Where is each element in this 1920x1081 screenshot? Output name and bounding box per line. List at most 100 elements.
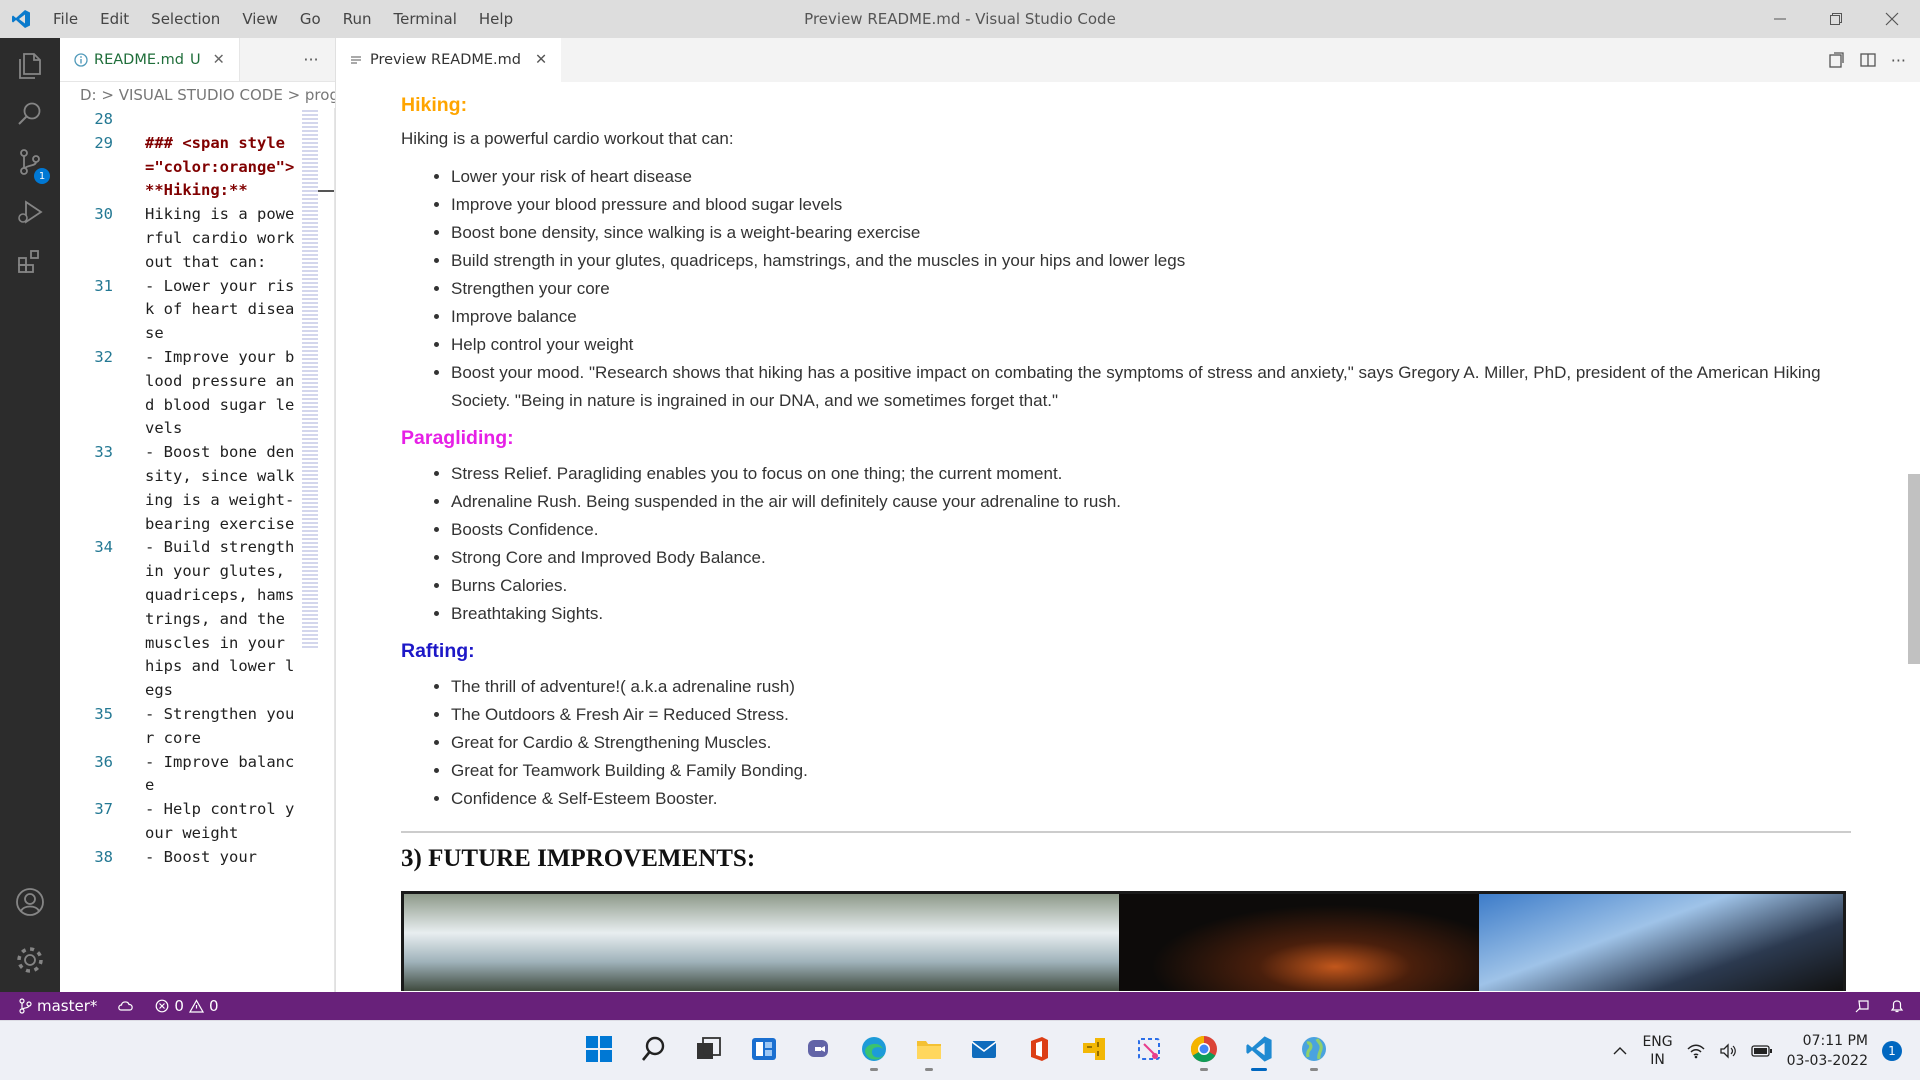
branch-indicator[interactable]: master*	[0, 992, 107, 1020]
minimize-button[interactable]	[1752, 0, 1808, 38]
branch-name: master*	[37, 997, 98, 1015]
code-line[interactable]: 28	[60, 108, 300, 132]
search-icon	[18, 102, 41, 125]
menu-help[interactable]: Help	[468, 0, 524, 38]
run-debug-button[interactable]	[0, 184, 60, 240]
chrome-button[interactable]	[1185, 1029, 1223, 1071]
teams-chat-button[interactable]	[800, 1029, 838, 1069]
status-bar: master* 0 0	[0, 992, 1920, 1020]
snipping-tool-button[interactable]	[1130, 1029, 1168, 1069]
menu-go[interactable]: Go	[289, 0, 332, 38]
edge-button[interactable]	[855, 1029, 893, 1071]
office-button[interactable]	[1020, 1029, 1058, 1069]
close-window-button[interactable]	[1864, 0, 1920, 38]
editor-tabs: README.md U ✕ ···	[60, 38, 335, 82]
clock[interactable]: 07:11 PM 03-03-2022	[1787, 1031, 1868, 1071]
open-source-icon[interactable]	[1827, 51, 1845, 69]
wifi-icon[interactable]	[1687, 1043, 1705, 1059]
account-icon	[16, 888, 44, 916]
list-item: Great for Teamwork Building & Family Bon…	[451, 757, 1851, 785]
code-line[interactable]: 32 - Improve your blood pressure and bloo…	[60, 346, 300, 441]
tab-preview-readme[interactable]: Preview README.md ✕	[336, 38, 562, 82]
code-line[interactable]: 29 ### <span style="color:orange">**Hikin…	[60, 132, 300, 203]
chrome-icon	[1190, 1035, 1217, 1063]
language-indicator[interactable]: ENG IN	[1642, 1033, 1672, 1069]
code-line[interactable]: 31 - Lower your risk of heart disease	[60, 275, 300, 346]
gear-icon	[17, 947, 43, 973]
hiking-heading: Hiking:	[401, 94, 468, 116]
menu-bar: File Edit Selection View Go Run Terminal…	[42, 0, 524, 38]
sync-button[interactable]	[107, 992, 145, 1020]
notification-badge[interactable]: 1	[1882, 1041, 1902, 1061]
volume-icon[interactable]	[1719, 1043, 1737, 1059]
menu-terminal[interactable]: Terminal	[383, 0, 468, 38]
vscode-logo-icon	[0, 0, 42, 38]
preview-scrollbar[interactable]	[1908, 474, 1920, 664]
menu-edit[interactable]: Edit	[89, 0, 140, 38]
breadcrumb[interactable]: D: > VISUAL STUDIO CODE > progr	[60, 82, 335, 108]
list-item: Breathtaking Sights.	[451, 600, 1851, 628]
notifications-button[interactable]	[1880, 992, 1920, 1020]
globe-app-button[interactable]	[1295, 1029, 1333, 1071]
task-view-button[interactable]	[690, 1029, 728, 1069]
chat-icon	[808, 1040, 828, 1057]
taskbar-search-button[interactable]	[635, 1029, 673, 1069]
ellipsis-icon[interactable]: ···	[1891, 51, 1906, 70]
battery-icon[interactable]	[1750, 1044, 1773, 1058]
accounts-button[interactable]	[0, 874, 60, 930]
search-icon	[641, 1036, 665, 1061]
file-explorer-button[interactable]	[910, 1029, 948, 1071]
files-icon	[19, 53, 41, 79]
line-number: 31	[94, 276, 113, 295]
menu-file[interactable]: File	[42, 0, 89, 38]
close-icon[interactable]: ✕	[213, 52, 225, 68]
close-icon[interactable]: ✕	[535, 52, 547, 68]
globe-icon	[1302, 1037, 1326, 1061]
minimap-slider	[318, 190, 334, 192]
task-view-icon	[697, 1037, 721, 1059]
manage-button[interactable]	[0, 932, 60, 988]
language-code: ENG	[1642, 1034, 1673, 1050]
start-button[interactable]	[580, 1029, 618, 1069]
code-line[interactable]: 37 - Help control your weight	[60, 798, 300, 846]
menu-run[interactable]: Run	[332, 0, 383, 38]
menu-view[interactable]: View	[231, 0, 289, 38]
extensions-button[interactable]	[0, 234, 60, 290]
code-line[interactable]: 38 - Boost your	[60, 846, 300, 870]
code-line[interactable]: 36 - Improve balance	[60, 751, 300, 799]
hiking-intro: Hiking is a powerful cardio workout that…	[401, 129, 734, 148]
code-line[interactable]: 30 Hiking is a powerful cardio workout th…	[60, 203, 300, 274]
code-text: - Strengthen your core	[145, 704, 295, 747]
minimap[interactable]	[302, 110, 318, 650]
feedback-button[interactable]	[1844, 992, 1880, 1020]
restore-button[interactable]	[1808, 0, 1864, 38]
list-item: Lower your risk of heart disease	[451, 163, 1851, 191]
source-control-button[interactable]: 1	[0, 134, 60, 190]
sticky-tool-button[interactable]	[1075, 1029, 1113, 1069]
list-item: The thrill of adventure!( a.k.a adrenali…	[451, 673, 1851, 701]
image-gallery	[401, 891, 1846, 991]
split-editor-icon[interactable]	[1859, 51, 1877, 69]
campfire-image	[1119, 894, 1479, 991]
windows-icon	[586, 1036, 612, 1062]
vscode-taskbar-button[interactable]	[1240, 1029, 1278, 1071]
problems-indicator[interactable]: 0 0	[145, 992, 228, 1020]
code-line[interactable]: 33 - Boost bone density, since walking is…	[60, 441, 300, 536]
code-editor[interactable]: 28 29 ### <span style="color:orange">**Hik…	[60, 108, 300, 992]
warning-icon	[188, 999, 204, 1013]
widgets-button[interactable]	[745, 1029, 783, 1069]
paragliding-list: Stress Relief. Paragliding enables you t…	[401, 460, 1851, 628]
code-line[interactable]: 35 - Strengthen your core	[60, 703, 300, 751]
system-tray: ENG IN 07:11 PM 03-03-2022 1	[1612, 1021, 1920, 1081]
more-actions-button[interactable]: ···	[287, 38, 335, 81]
tab-readme[interactable]: README.md U ✕	[60, 38, 240, 81]
list-item: Burns Calories.	[451, 572, 1851, 600]
markdown-preview[interactable]: Hiking: Hiking is a powerful cardio work…	[401, 82, 1851, 992]
run-debug-icon	[18, 200, 43, 224]
chevron-up-icon[interactable]	[1612, 1043, 1628, 1059]
code-line[interactable]: 34 - Build strength in your glutes, quadr…	[60, 536, 300, 703]
mail-button[interactable]	[965, 1029, 1003, 1069]
menu-selection[interactable]: Selection	[140, 0, 231, 38]
list-item: Boosts Confidence.	[451, 516, 1851, 544]
editor-group-preview: Preview README.md ✕ ··· Hiking: Hiking i…	[335, 38, 1920, 992]
